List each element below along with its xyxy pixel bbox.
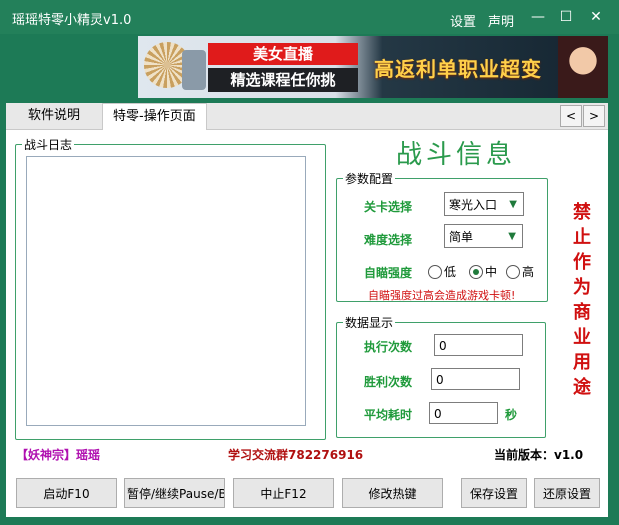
start-button[interactable]: 启动F10 — [16, 478, 117, 508]
difficulty-select[interactable]: 简单 ▼ — [444, 224, 523, 248]
notice-char: 作 — [573, 252, 591, 273]
chevron-down-icon: ▼ — [508, 231, 516, 242]
radio-checked-icon — [469, 265, 483, 279]
difficulty-select-value: 简单 — [449, 230, 474, 244]
battle-info-title: 战斗信息 — [396, 140, 517, 170]
notice-char: 商 — [573, 302, 591, 323]
notice-char: 途 — [573, 377, 591, 398]
tab-software-info[interactable]: 软件说明 — [18, 103, 90, 129]
aim-radio-high-label: 高 — [522, 265, 535, 279]
app-window: 瑶瑶特零小精灵v1.0 设置 声明 — ☐ ✕ 美女直播 精选课程任你挑 高返利… — [0, 0, 619, 525]
close-button[interactable]: ✕ — [582, 6, 610, 28]
radio-icon — [428, 265, 442, 279]
level-select[interactable]: 寒光入口 ▼ — [444, 192, 524, 216]
ad-banner[interactable]: 美女直播 精选课程任你挑 高返利单职业超变 — [138, 36, 608, 98]
version-label: 当前版本：v1.0 — [494, 448, 584, 462]
banner-tile-live: 美女直播 — [208, 43, 358, 65]
radio-icon — [506, 265, 520, 279]
battle-log-legend: 战斗日志 — [24, 138, 73, 152]
aim-radio-low[interactable]: 低 — [428, 263, 456, 280]
notice-char: 禁 — [573, 202, 591, 223]
settings-menu[interactable]: 设置 — [450, 11, 476, 30]
aim-radio-high[interactable]: 高 — [506, 263, 534, 280]
aim-radio-mid[interactable]: 中 — [469, 263, 497, 280]
tab-operation-page[interactable]: 特零-操作页面 — [102, 103, 207, 131]
statement-menu[interactable]: 声明 — [488, 11, 514, 30]
aim-radio-mid-label: 中 — [485, 265, 498, 279]
notice-char: 用 — [573, 352, 591, 373]
avg-time-field[interactable]: 0 — [429, 402, 498, 424]
save-settings-button[interactable]: 保存设置 — [461, 478, 527, 508]
notice-char: 为 — [573, 277, 591, 298]
exec-count-field[interactable]: 0 — [434, 334, 523, 356]
aim-warning-text: 自瞄强度过高会造成游戏卡顿! — [368, 289, 516, 302]
difficulty-label: 难度选择 — [364, 233, 413, 247]
params-legend: 参数配置 — [345, 172, 394, 186]
banner-character-image — [558, 36, 608, 98]
restore-settings-button[interactable]: 还原设置 — [534, 478, 600, 508]
pause-button[interactable]: 暂停/继续Pause/Break — [124, 478, 225, 508]
operation-panel: 战斗日志 战斗信息 参数配置 关卡选择 寒光入口 ▼ 难度选择 简单 ▼ 自瞄强… — [6, 130, 608, 517]
aim-radio-low-label: 低 — [444, 265, 457, 279]
notice-char: 止 — [573, 227, 591, 248]
group-label: 学习交流群782276916 — [228, 448, 364, 462]
banner-tile-courses: 精选课程任你挑 — [208, 68, 358, 92]
level-label: 关卡选择 — [364, 200, 413, 214]
tab-prev-button[interactable]: < — [560, 105, 582, 127]
chevron-down-icon: ▼ — [509, 199, 517, 210]
vertical-notice: 禁 止 作 为 商 业 用 途 — [572, 200, 592, 400]
avg-time-label: 平均耗时 — [364, 408, 413, 422]
minimize-button[interactable]: — — [524, 6, 552, 28]
avg-time-unit: 秒 — [505, 408, 518, 422]
battle-log-textarea[interactable] — [26, 156, 306, 426]
stats-legend: 数据显示 — [345, 316, 394, 330]
notice-char: 业 — [573, 327, 591, 348]
win-count-label: 胜利次数 — [364, 375, 413, 389]
tab-next-button[interactable]: > — [583, 105, 605, 127]
stop-button[interactable]: 中止F12 — [233, 478, 334, 508]
maximize-button[interactable]: ☐ — [552, 6, 580, 28]
title-bar: 瑶瑶特零小精灵v1.0 设置 声明 — ☐ ✕ — [0, 0, 619, 34]
tab-bar: 软件说明 特零-操作页面 < > — [6, 103, 608, 131]
banner-slogan: 高返利单职业超变 — [374, 57, 542, 81]
exec-count-label: 执行次数 — [364, 340, 413, 354]
level-select-value: 寒光入口 — [449, 198, 498, 212]
phone-decoration-icon — [182, 50, 206, 90]
win-count-field[interactable]: 0 — [431, 368, 520, 390]
window-title: 瑶瑶特零小精灵v1.0 — [12, 13, 132, 28]
author-label: 【妖神宗】瑶瑶 — [16, 448, 101, 462]
aim-strength-label: 自瞄强度 — [364, 266, 413, 280]
edit-hotkey-button[interactable]: 修改热键 — [342, 478, 443, 508]
